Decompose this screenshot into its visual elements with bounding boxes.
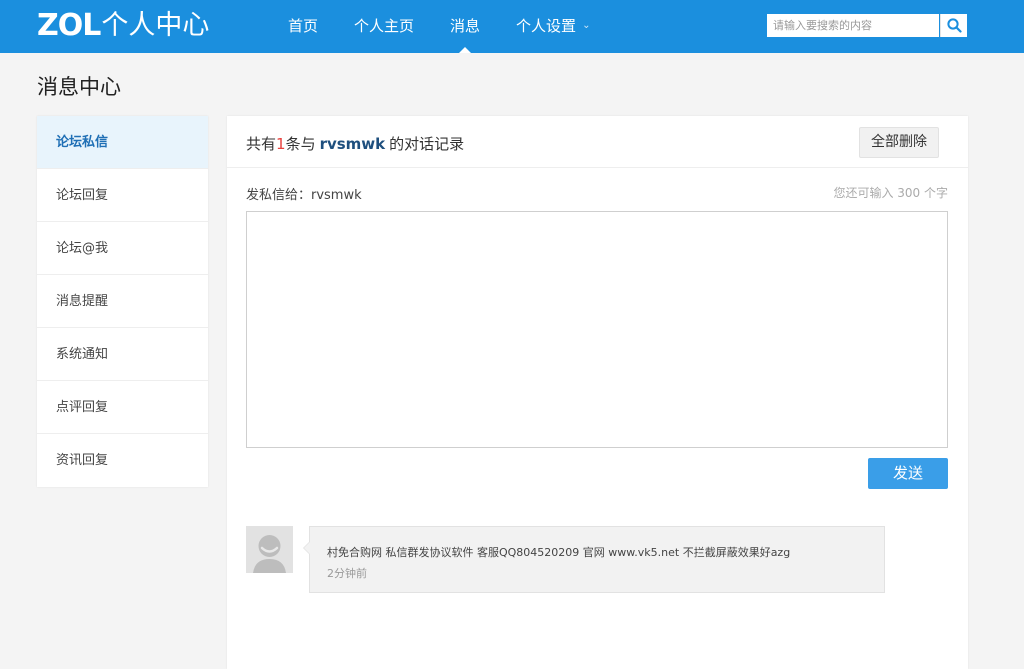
message-bubble: 村免合购网 私信群发协议软件 客服QQ804520209 官网 www.vk5.… — [303, 526, 885, 593]
nav-settings-label: 个人设置 — [516, 17, 577, 35]
nav-profile[interactable]: 个人主页 — [336, 0, 432, 53]
send-button[interactable]: 发送 — [868, 458, 948, 489]
sidebar: 论坛私信 论坛回复 论坛@我 消息提醒 系统通知 点评回复 资讯回复 — [37, 116, 208, 487]
conversation-username[interactable]: rvsmwk — [320, 135, 386, 153]
search-input[interactable] — [767, 14, 939, 37]
message-text: 村免合购网 私信群发协议软件 客服QQ804520209 官网 www.vk5.… — [327, 546, 791, 559]
page-title: 消息中心 — [37, 75, 121, 99]
sidebar-item-forum-replies[interactable]: 论坛回复 — [37, 169, 208, 222]
message-time: 2分钟前 — [327, 567, 367, 580]
nav-profile-label: 个人主页 — [354, 17, 415, 35]
conversation-summary: 共有1条与 rvsmwk 的对话记录 — [246, 133, 464, 154]
compose-label: 发私信给：rvsmwk — [246, 188, 362, 203]
search-icon — [946, 18, 962, 33]
site-logo[interactable]: ZOL 个人中心 — [37, 9, 209, 43]
sidebar-item-review-replies[interactable]: 点评回复 — [37, 381, 208, 434]
conversation-count: 1 — [276, 135, 286, 153]
chevron-down-icon: ⌄ — [582, 19, 591, 31]
avatar[interactable] — [246, 526, 293, 573]
char-remaining-counter: 您还可输入 300 个字 — [833, 186, 948, 200]
sidebar-item-notifications[interactable]: 消息提醒 — [37, 275, 208, 328]
nav-home[interactable]: 首页 — [270, 0, 336, 53]
sidebar-item-system-notices[interactable]: 系统通知 — [37, 328, 208, 381]
conversation-panel: 共有1条与 rvsmwk 的对话记录 全部删除 发私信给：rvsmwk 您还可输入 … — [227, 116, 968, 669]
conversation-header: 共有1条与 rvsmwk 的对话记录 全部删除 — [227, 116, 968, 168]
logo-text: 个人中心 — [101, 10, 210, 41]
logo-mark: ZOL — [37, 8, 101, 43]
main-nav: 首页 个人主页 消息 个人设置 ⌄ — [270, 0, 608, 53]
top-header: ZOL 个人中心 首页 个人主页 消息 个人设置 ⌄ — [0, 0, 1024, 53]
sidebar-item-forum-mentions[interactable]: 论坛@我 — [37, 222, 208, 275]
nav-messages-label: 消息 — [450, 17, 481, 35]
delete-all-button[interactable]: 全部删除 — [859, 127, 939, 158]
default-avatar-icon — [246, 526, 293, 573]
nav-settings[interactable]: 个人设置 ⌄ — [498, 0, 608, 53]
sidebar-item-forum-pm[interactable]: 论坛私信 — [37, 116, 208, 169]
nav-home-label: 首页 — [288, 17, 319, 35]
summary-suffix: 的对话记录 — [389, 135, 465, 153]
nav-messages[interactable]: 消息 — [432, 0, 498, 53]
summary-mid: 条与 — [285, 135, 316, 153]
sidebar-item-news-replies[interactable]: 资讯回复 — [37, 434, 208, 487]
message-textarea[interactable] — [246, 211, 948, 448]
summary-prefix: 共有 — [246, 135, 277, 153]
search-button[interactable] — [940, 14, 967, 37]
